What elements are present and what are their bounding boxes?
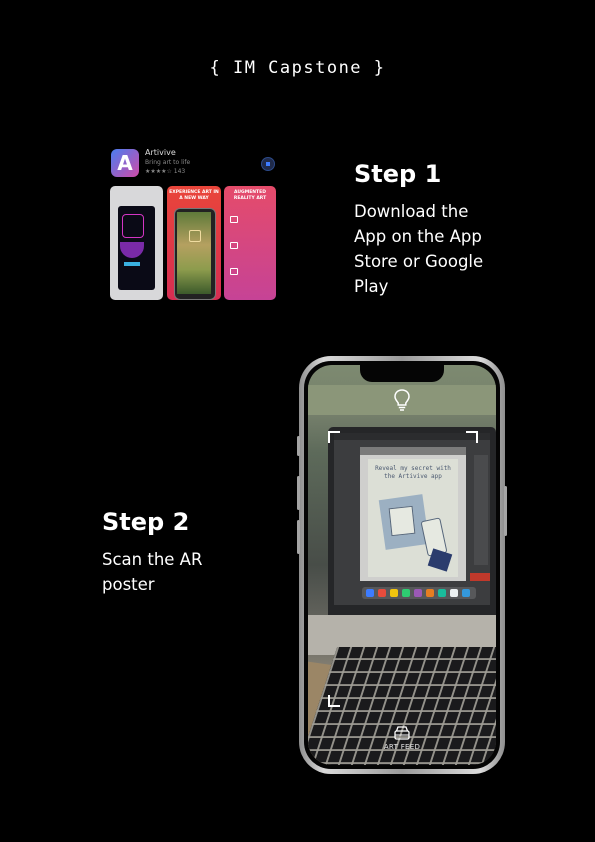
feature-icon	[230, 268, 238, 275]
painting-artwork	[177, 212, 211, 294]
dock-icon	[462, 589, 470, 597]
artivive-app-icon: A	[111, 149, 139, 177]
painting-artwork-center	[189, 230, 201, 242]
phone-mockup: Reveal my secret with the Artivive app A…	[297, 356, 507, 774]
download-button	[261, 157, 275, 171]
step-2-description-line: poster	[102, 575, 155, 594]
scan-frame-corner	[328, 431, 340, 443]
app-screenshot-3: AUGMENTED REALITY ART	[224, 186, 276, 300]
dock-icon	[378, 589, 386, 597]
lightbulb-icon[interactable]	[393, 388, 411, 412]
dock-icon	[450, 589, 458, 597]
app-name: Artivive	[145, 148, 176, 157]
step-2-description-line: Scan the AR	[102, 550, 203, 569]
dock-icon	[366, 589, 374, 597]
step-1-description-line: Store or Google	[354, 252, 484, 271]
dock-icon	[426, 589, 434, 597]
neon-artwork-base	[124, 262, 140, 266]
step-1-title: Step 1	[354, 160, 442, 188]
window-titlebar	[360, 447, 466, 455]
phone-volume-up	[297, 476, 300, 510]
step-1-description-line: Download the	[354, 202, 469, 221]
feature-icon	[230, 242, 238, 249]
laptop-display: Reveal my secret with the Artivive app	[334, 433, 490, 605]
poster-shape	[388, 505, 416, 537]
dock-icon	[390, 589, 398, 597]
dock-icon	[414, 589, 422, 597]
step-2-title: Step 2	[102, 508, 190, 536]
poster-shape	[427, 548, 453, 572]
scan-frame-corner	[328, 695, 340, 707]
ar-camera-view[interactable]: Reveal my secret with the Artivive app A…	[308, 365, 496, 765]
app-rating: ★★★★☆ 143	[145, 168, 186, 175]
screenshot-caption: EXPERIENCE ART IN A NEW WAY	[169, 190, 219, 201]
app-subtitle: Bring art to life	[145, 159, 191, 166]
app-screenshot-1	[110, 186, 163, 300]
art-feed-tab-label[interactable]: ART FEED	[308, 743, 496, 751]
phone-volume-down	[297, 520, 300, 554]
step-1-description-line: App on the App	[354, 227, 482, 246]
phone-notch	[360, 365, 444, 382]
screenshot-caption: AUGMENTED REALITY ART	[233, 190, 267, 201]
side-app-window	[474, 455, 488, 565]
ar-poster: Reveal my secret with the Artivive app	[368, 459, 458, 577]
dock-icon	[438, 589, 446, 597]
laptop-dock	[362, 587, 476, 599]
feature-icon	[230, 216, 238, 223]
phone-mute-switch	[297, 436, 300, 456]
scan-frame-corner	[466, 431, 478, 443]
app-store-listing-image: A Artivive Bring art to life ★★★★☆ 143 E…	[110, 146, 278, 302]
step-1-description: Download the App on the App Store or Goo…	[354, 199, 483, 299]
app-screenshot-2: EXPERIENCE ART IN A NEW WAY	[167, 186, 221, 300]
phone-power-button	[504, 486, 507, 536]
dock-icon	[402, 589, 410, 597]
page-header: { IM Capstone }	[209, 58, 386, 78]
laptop-screen: Reveal my secret with the Artivive app	[328, 427, 496, 615]
neon-artwork-shape	[122, 214, 144, 238]
document-window: Reveal my secret with the Artivive app	[360, 447, 466, 581]
step-1-description-line: Play	[354, 277, 389, 296]
art-feed-icon[interactable]	[393, 725, 411, 741]
step-2-description: Scan the AR poster	[102, 547, 202, 597]
poster-text: Reveal my secret with the Artivive app	[375, 465, 451, 480]
red-ui-element	[470, 573, 490, 581]
